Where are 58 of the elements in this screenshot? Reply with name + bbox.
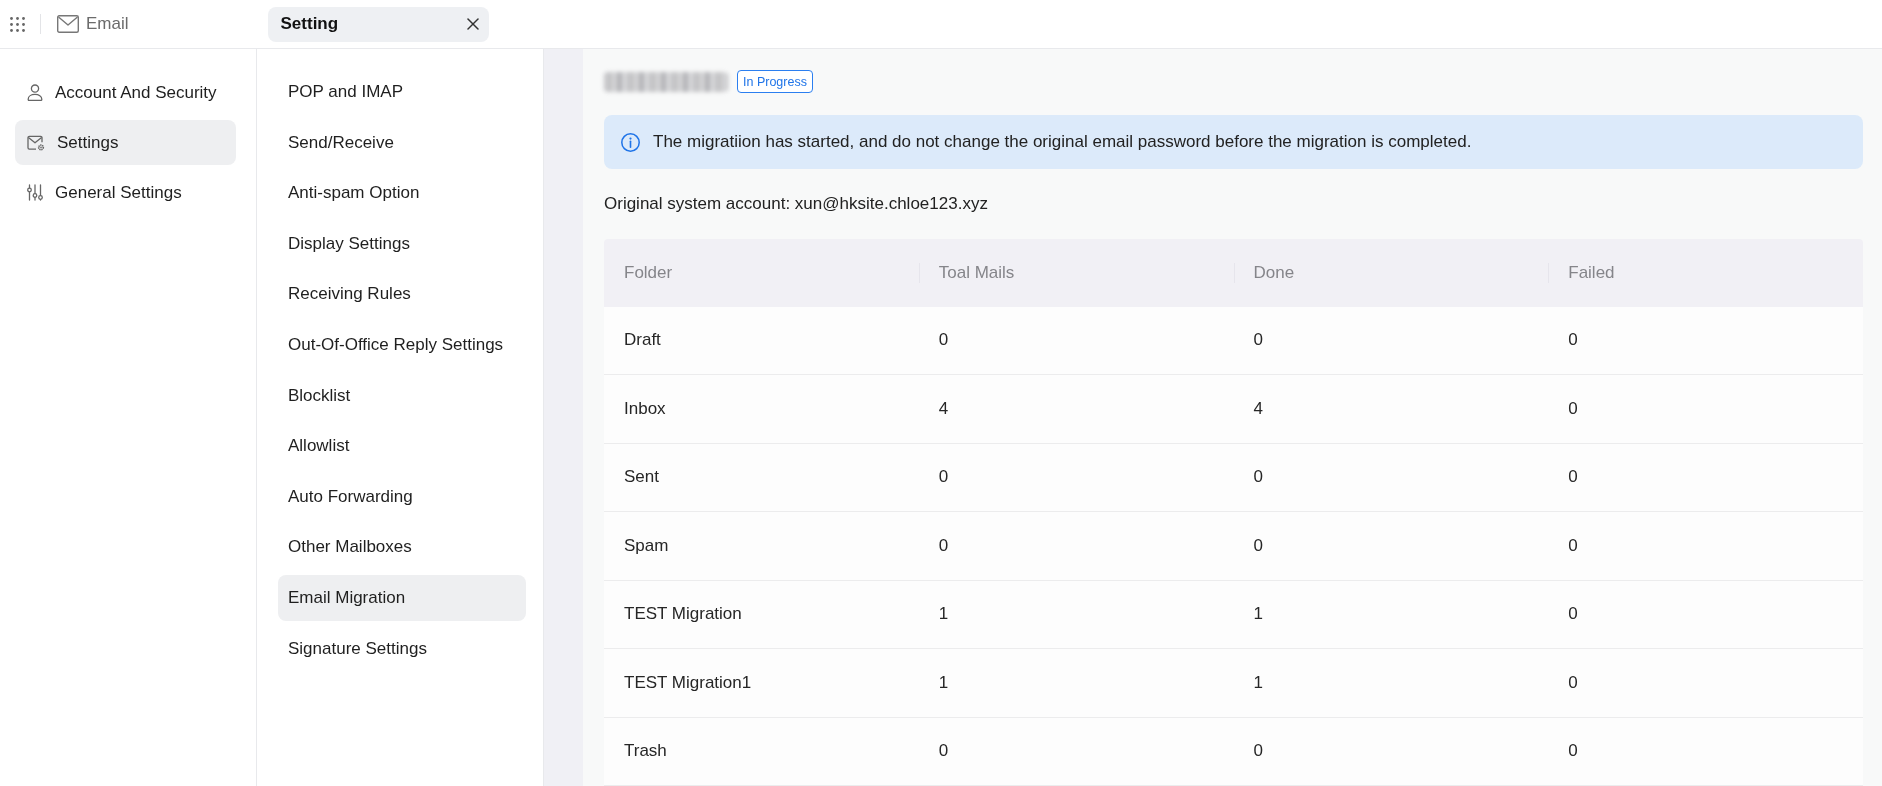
table-cell-text: 1 <box>937 603 950 626</box>
column-header: Toal Mails <box>918 239 1234 307</box>
table-cell-text: 1 <box>1252 603 1264 626</box>
table-cell-text: Sent <box>623 466 660 489</box>
settings-menu-item[interactable]: Receiving Rules <box>278 271 526 318</box>
sidebar-item[interactable]: General Settings <box>15 170 236 215</box>
table-cell-text: 0 <box>937 466 950 489</box>
table-cell-text: 0 <box>1567 671 1579 694</box>
settings-menu-item[interactable]: Email Migration <box>278 574 526 621</box>
table-cell-text: 0 <box>1252 740 1264 763</box>
info-icon <box>621 132 640 152</box>
settings-menu-item[interactable]: Other Mailboxes <box>278 524 526 571</box>
table-cell-text: Spam <box>623 534 670 557</box>
table-cell-text: 1 <box>1252 671 1264 694</box>
column-header: Failed <box>1548 239 1863 307</box>
mail-gear-icon <box>27 134 45 151</box>
table-cell-text: 0 <box>1567 603 1579 626</box>
table-cell-text: 0 <box>1252 466 1264 489</box>
notice-text: The migratiion has started, and do not change the original email password before the migration is completed. <box>653 132 1472 152</box>
table-cell-text: 0 <box>1567 466 1579 489</box>
settings-menu-item[interactable]: Out-Of-Office Reply Settings <box>278 321 526 368</box>
tab[interactable]: Setting <box>267 6 489 42</box>
settings-menu-item[interactable]: Signature Settings <box>278 625 526 672</box>
table-cell-text: Inbox <box>623 397 667 420</box>
mail-icon <box>57 15 79 33</box>
settings-menu-item[interactable]: Send/Receive <box>278 119 526 166</box>
sidebar-item[interactable]: Settings <box>15 120 236 165</box>
settings-menu-item[interactable]: Auto Forwarding <box>278 473 526 520</box>
settings-menu-item[interactable]: Anti-spam Option <box>278 170 526 217</box>
settings-menu-item[interactable]: Allowlist <box>278 423 526 470</box>
sidebar-item[interactable]: Account And Security <box>15 70 236 115</box>
user-icon <box>27 84 43 101</box>
table-cell-text: 0 <box>1567 397 1579 420</box>
account-text: Original system account: xun@hksite.chloe123.xyz <box>604 194 989 214</box>
table-cell-text: 0 <box>1567 740 1579 763</box>
table-cell-text: 4 <box>937 397 950 420</box>
apps-grid-icon[interactable] <box>10 16 25 32</box>
status-badge: In Progress <box>737 70 813 93</box>
table-cell-text: Draft <box>623 329 662 352</box>
sliders-icon <box>27 184 43 201</box>
app-name[interactable]: Email <box>86 14 129 34</box>
table-cell-text: 0 <box>937 329 950 352</box>
table-cell-text: 0 <box>937 740 950 763</box>
table-cell-text: 0 <box>1567 534 1579 557</box>
close-icon[interactable] <box>466 18 479 30</box>
table-cell-text: 4 <box>1252 397 1264 420</box>
table-cell-text: TEST Migration1 <box>623 671 753 694</box>
settings-menu-item[interactable]: Blocklist <box>278 372 526 419</box>
table-cell-text: 0 <box>1567 329 1579 352</box>
settings-menu-item[interactable]: POP and IMAP <box>278 69 526 115</box>
table-cell-text: 0 <box>1252 534 1264 557</box>
table-cell-text: 1 <box>937 671 950 694</box>
settings-menu-item[interactable]: Display Settings <box>278 220 526 267</box>
table-cell-text: TEST Migration <box>623 603 743 626</box>
table-cell-text: Trash <box>623 740 668 763</box>
table-cell-text: 0 <box>1252 329 1264 352</box>
table-cell-text: 0 <box>937 534 950 557</box>
column-header: Done <box>1233 239 1549 307</box>
